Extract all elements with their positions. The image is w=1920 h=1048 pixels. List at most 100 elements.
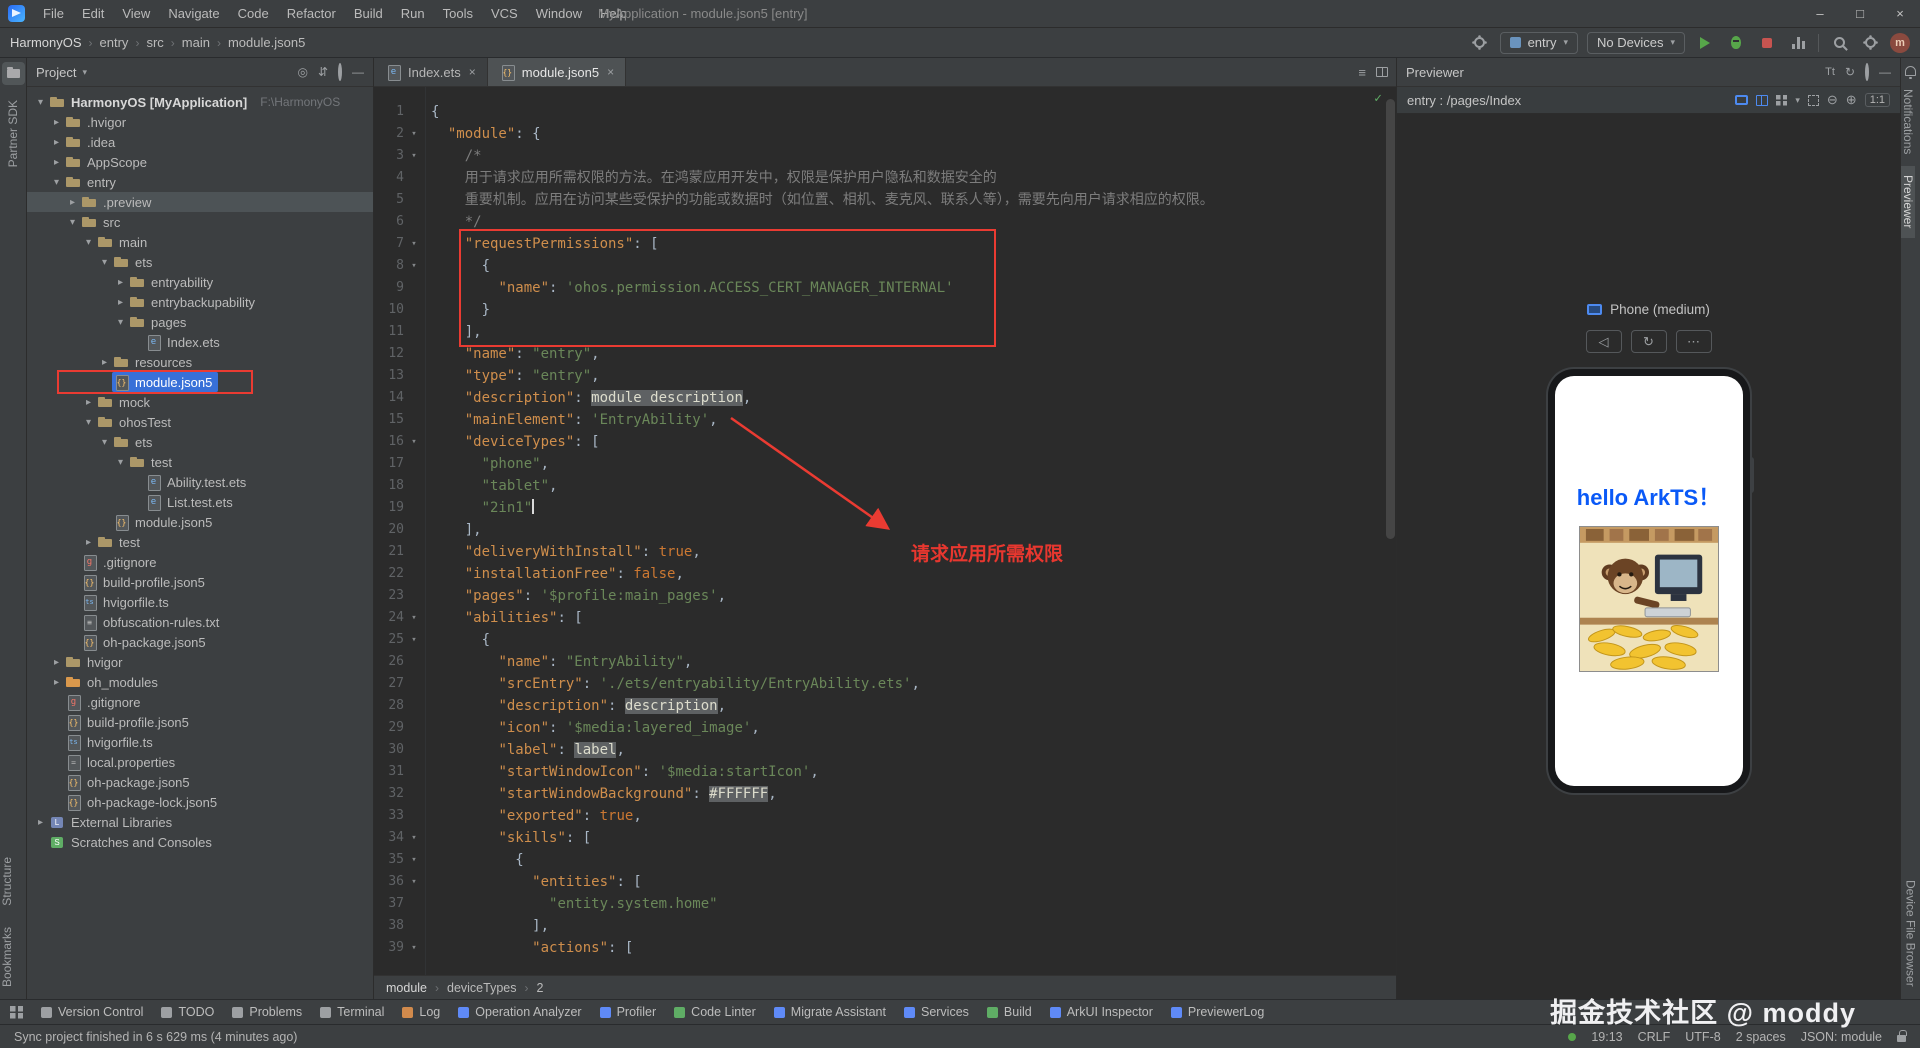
- split-editor-icon[interactable]: [1376, 67, 1388, 77]
- tree-item--gitignore[interactable]: .gitignore: [27, 552, 373, 572]
- tab-list-icon[interactable]: ≡: [1358, 65, 1366, 80]
- menu-item-navigate[interactable]: Navigate: [160, 3, 227, 24]
- tree-toggle-icon[interactable]: ▾: [97, 437, 112, 448]
- gear-icon[interactable]: [338, 63, 342, 81]
- file-type[interactable]: JSON: module: [1801, 1030, 1882, 1044]
- code-line[interactable]: "phone",: [431, 453, 1396, 475]
- tree-item--hvigor[interactable]: ▸ .hvigor: [27, 112, 373, 132]
- tree-item-hvigor[interactable]: ▸ hvigor: [27, 652, 373, 672]
- tree-item-oh-package-json5[interactable]: oh-package.json5: [27, 632, 373, 652]
- minimize-button[interactable]: –: [1800, 0, 1840, 28]
- tree-item-harmonyos-myapplication-[interactable]: ▾ HarmonyOS [MyApplication] F:\HarmonyOS: [27, 92, 373, 112]
- menu-item-refactor[interactable]: Refactor: [279, 3, 344, 24]
- editor-tab-index-ets[interactable]: Index.ets ×: [374, 58, 488, 86]
- code-line[interactable]: "startWindowBackground": #FFFFFF,: [431, 783, 1396, 805]
- tree-item-oh-package-lock-json5[interactable]: oh-package-lock.json5: [27, 792, 373, 812]
- user-avatar[interactable]: m: [1890, 32, 1910, 53]
- code-line[interactable]: "description": description,: [431, 695, 1396, 717]
- code-line[interactable]: "description": module description,: [431, 387, 1396, 409]
- code-line[interactable]: "icon": '$media:layered_image',: [431, 717, 1396, 739]
- fold-icon[interactable]: ▾: [404, 255, 424, 277]
- rotate-left-button[interactable]: ◁: [1585, 330, 1622, 353]
- toolwindow-button-arkui-inspector[interactable]: ArkUI Inspector: [1049, 1005, 1153, 1019]
- menu-item-build[interactable]: Build: [346, 3, 391, 24]
- tree-item-ets[interactable]: ▾ ets: [27, 252, 373, 272]
- tree-item-mock[interactable]: ▸ mock: [27, 392, 373, 412]
- code-line[interactable]: /*: [431, 145, 1396, 167]
- code-line[interactable]: "deviceTypes": [: [431, 431, 1396, 453]
- settings-button[interactable]: [1859, 32, 1881, 54]
- close-tab-icon[interactable]: ×: [469, 65, 476, 79]
- gear-icon[interactable]: [1865, 63, 1869, 81]
- toolwindow-button-terminal[interactable]: Terminal: [320, 1005, 384, 1019]
- tree-item-local-properties[interactable]: local.properties: [27, 752, 373, 772]
- tree-item-index-ets[interactable]: Index.ets: [27, 332, 373, 352]
- layout-grid-icon[interactable]: [1776, 94, 1788, 106]
- project-toolwindow-button[interactable]: [1, 62, 25, 85]
- maximize-button[interactable]: □: [1840, 0, 1880, 28]
- code-line[interactable]: ],: [431, 321, 1396, 343]
- code-line[interactable]: "entities": [: [431, 871, 1396, 893]
- tree-toggle-icon[interactable]: ▸: [49, 157, 64, 168]
- tree-toggle-icon[interactable]: ▸: [49, 117, 64, 128]
- fold-icon[interactable]: ▾: [404, 431, 424, 453]
- profiler-button[interactable]: [1787, 32, 1809, 54]
- fold-icon[interactable]: ▾: [404, 123, 424, 145]
- menu-item-tools[interactable]: Tools: [435, 3, 481, 24]
- tree-item-test[interactable]: ▸ test: [27, 532, 373, 552]
- tree-toggle-icon[interactable]: ▸: [81, 397, 96, 408]
- zoom-ratio-badge[interactable]: 1:1: [1864, 93, 1890, 107]
- toolwindow-tab-bookmarks[interactable]: Bookmarks: [0, 918, 14, 996]
- menu-item-run[interactable]: Run: [393, 3, 433, 24]
- code-line[interactable]: {: [431, 629, 1396, 651]
- run-configuration-select[interactable]: entry ▾: [1499, 31, 1578, 54]
- tree-item-module-json5[interactable]: module.json5: [27, 370, 373, 394]
- editor-tab-module-json5[interactable]: module.json5 ×: [487, 58, 627, 86]
- phone-screen[interactable]: hello ArkTS！: [1554, 376, 1743, 786]
- code-line[interactable]: {: [431, 101, 1396, 123]
- code-line[interactable]: */: [431, 211, 1396, 233]
- fold-icon[interactable]: ▾: [404, 849, 424, 871]
- tree-toggle-icon[interactable]: ▸: [113, 297, 128, 308]
- code-line[interactable]: "skills": [: [431, 827, 1396, 849]
- tree-item--idea[interactable]: ▸ .idea: [27, 132, 373, 152]
- tree-item-src[interactable]: ▾ src: [27, 212, 373, 232]
- tree-item-pages[interactable]: ▾ pages: [27, 312, 373, 332]
- tree-item-external-libraries[interactable]: ▸ External Libraries: [27, 812, 373, 832]
- line-ending[interactable]: CRLF: [1638, 1030, 1671, 1044]
- more-options-button[interactable]: ⋯: [1675, 330, 1712, 353]
- fit-to-screen-icon[interactable]: [1807, 94, 1819, 106]
- fold-icon[interactable]: ▾: [404, 937, 424, 959]
- editor-breadcrumb-2[interactable]: 2: [536, 981, 543, 995]
- tree-toggle-icon[interactable]: ▸: [49, 137, 64, 148]
- code-line[interactable]: "name": 'ohos.permission.ACCESS_CERT_MAN…: [431, 277, 1396, 299]
- tree-toggle-icon[interactable]: ▸: [49, 657, 64, 668]
- code-line[interactable]: "mainElement": 'EntryAbility',: [431, 409, 1396, 431]
- hide-panel-icon[interactable]: —: [352, 65, 364, 79]
- tree-item-build-profile-json5[interactable]: build-profile.json5: [27, 572, 373, 592]
- tree-toggle-icon[interactable]: ▾: [113, 457, 128, 468]
- rotate-device-button[interactable]: ↻: [1630, 330, 1667, 353]
- code-line[interactable]: ],: [431, 519, 1396, 541]
- toolwindow-tab-structure[interactable]: Structure: [0, 848, 14, 915]
- tree-toggle-icon[interactable]: ▸: [97, 357, 112, 368]
- fold-icon[interactable]: ▾: [404, 871, 424, 893]
- toolwindow-tab-previewer[interactable]: Previewer: [1901, 166, 1915, 238]
- toolwindow-button-version-control[interactable]: Version Control: [41, 1005, 143, 1019]
- toolwindow-tab-partner-sdk[interactable]: Partner SDK: [6, 91, 20, 176]
- code-line[interactable]: "name": "entry",: [431, 343, 1396, 365]
- tree-toggle-icon[interactable]: ▸: [49, 677, 64, 688]
- run-button[interactable]: [1694, 32, 1716, 54]
- menu-item-code[interactable]: Code: [230, 3, 277, 24]
- tree-toggle-icon[interactable]: ▸: [33, 817, 48, 828]
- code-line[interactable]: ],: [431, 915, 1396, 937]
- caret-position[interactable]: 19:13: [1591, 1030, 1622, 1044]
- tree-item-ability-test-ets[interactable]: Ability.test.ets: [27, 472, 373, 492]
- zoom-out-icon[interactable]: ⊖: [1827, 92, 1838, 108]
- tree-item-obfuscation-rules-txt[interactable]: obfuscation-rules.txt: [27, 612, 373, 632]
- toolwindow-button-problems[interactable]: Problems: [232, 1005, 302, 1019]
- collapse-all-icon[interactable]: ⇵: [318, 65, 328, 79]
- breadcrumb-item-module-json5[interactable]: module.json5: [228, 35, 305, 50]
- tree-item-oh-modules[interactable]: ▸ oh_modules: [27, 672, 373, 692]
- tree-toggle-icon[interactable]: ▾: [97, 257, 112, 268]
